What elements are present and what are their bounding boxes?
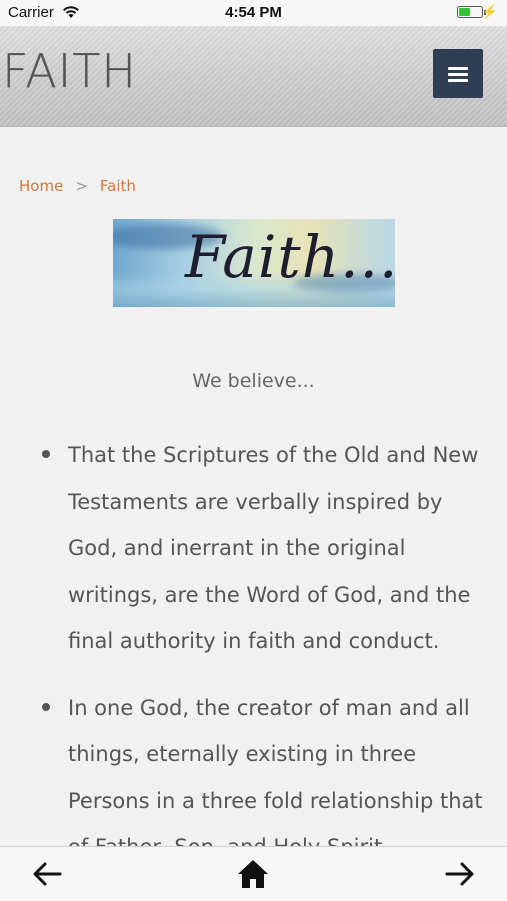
page-title: FAITH [2, 44, 137, 98]
beliefs-list: That the Scriptures of the Old and New T… [40, 432, 490, 891]
bullet-icon [42, 702, 50, 711]
arrow-right-icon[interactable] [443, 857, 477, 891]
menu-button[interactable] [433, 49, 483, 98]
hamburger-line [448, 79, 468, 82]
clock: 4:54 PM [225, 4, 282, 21]
bullet-icon [42, 450, 50, 458]
lead-text: We believe... [192, 370, 315, 392]
breadcrumb-separator: > [75, 177, 88, 195]
hamburger-menu-icon [448, 67, 468, 70]
battery-icon [457, 6, 486, 18]
faith-banner-image: Faith... [113, 219, 395, 307]
status-bar: Carrier 4:54 PM ⚡ [0, 0, 507, 26]
list-item-text: That the Scriptures of the Old and New T… [68, 443, 479, 653]
breadcrumb: Home > Faith [19, 177, 136, 195]
breadcrumb-current: Faith [99, 177, 136, 195]
list-item: In one God, the creator of man and all t… [40, 685, 490, 871]
list-item: That the Scriptures of the Old and New T… [40, 432, 490, 665]
arrow-left-icon[interactable] [30, 857, 64, 891]
hamburger-line [448, 73, 468, 76]
bottom-toolbar [0, 846, 507, 901]
home-icon[interactable] [236, 857, 270, 891]
breadcrumb-home-link[interactable]: Home [19, 177, 63, 195]
list-item-text: In one God, the creator of man and all t… [68, 695, 483, 860]
charging-icon: ⚡ [481, 4, 498, 19]
banner-text: Faith... [185, 223, 395, 291]
app-header: FAITH [0, 26, 507, 127]
